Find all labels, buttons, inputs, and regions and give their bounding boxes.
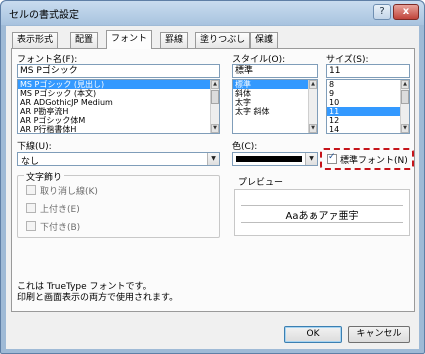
- tab-number[interactable]: 表示形式: [12, 32, 59, 48]
- preview-box: Aaあぁアァ亜宇: [234, 189, 410, 236]
- font-list-scrollbar[interactable]: ▲ ▼: [210, 80, 219, 133]
- list-item[interactable]: 太字: [233, 98, 317, 107]
- dialog-title: セルの書式設定: [9, 10, 79, 21]
- chevron-down-icon[interactable]: ▼: [305, 153, 317, 165]
- color-select[interactable]: ▼: [232, 152, 318, 166]
- format-cells-dialog: セルの書式設定 ? x 表示形式 配置 フォント 罫線 塗りつぶし 保護 フォン…: [0, 0, 425, 354]
- tab-label: 配置: [75, 35, 94, 45]
- list-item[interactable]: 標準: [233, 80, 317, 89]
- cancel-button[interactable]: キャンセル: [348, 326, 410, 343]
- list-item[interactable]: 11: [327, 107, 409, 116]
- preview-sample: Aaあぁアァ亜宇: [285, 211, 359, 222]
- list-item[interactable]: AR P勘亭流H: [18, 107, 219, 116]
- effects-group-title: 文字飾り: [24, 170, 65, 183]
- dialog-client: 表示形式 配置 フォント 罫線 塗りつぶし 保護 フォント名(F): MS Pゴ…: [6, 26, 419, 349]
- truetype-note-line2: 印刷と画面表示の両方で使用されます。: [17, 293, 179, 303]
- scroll-down-icon[interactable]: ▼: [211, 124, 219, 133]
- underline-select[interactable]: なし ▼: [17, 152, 220, 167]
- style-list-scrollbar[interactable]: ▲ ▼: [308, 80, 317, 133]
- tab-label: 罫線: [165, 35, 184, 45]
- normal-font-checkbox[interactable]: [327, 152, 337, 164]
- scroll-up-icon[interactable]: ▲: [309, 80, 317, 89]
- list-item[interactable]: MS Pゴシック (本文): [18, 89, 219, 98]
- scroll-down-icon[interactable]: ▼: [309, 124, 317, 133]
- ok-button-label: OK: [306, 329, 320, 339]
- cancel-button-label: キャンセル: [356, 329, 402, 339]
- font-tab-panel: フォント名(F): MS Pゴシック MS Pゴシック (見出し) MS Pゴシ…: [11, 48, 415, 312]
- font-style-list[interactable]: 標準 斜体 太字 太字 斜体 ▲ ▼: [232, 79, 318, 134]
- font-name-list[interactable]: MS Pゴシック (見出し) MS Pゴシック (本文) AR ADGothic…: [17, 79, 220, 134]
- list-item[interactable]: AR P行楷書体H: [18, 125, 219, 133]
- superscript-checkbox[interactable]: [26, 203, 36, 213]
- font-name-input[interactable]: MS Pゴシック: [17, 64, 220, 78]
- scroll-up-icon[interactable]: ▲: [401, 80, 409, 89]
- list-item[interactable]: 太字 斜体: [233, 107, 317, 116]
- color-label: 色(C):: [232, 142, 258, 152]
- scroll-down-icon[interactable]: ▼: [401, 124, 409, 133]
- list-item[interactable]: 14: [327, 125, 409, 133]
- font-style-input[interactable]: 標準: [232, 64, 318, 78]
- list-item[interactable]: AR Pゴシック体M: [18, 116, 219, 125]
- tab-label: 塗りつぶし: [200, 35, 246, 45]
- preview-rule: [241, 222, 403, 223]
- subscript-checkbox[interactable]: [26, 221, 36, 231]
- font-size-input[interactable]: 11: [326, 64, 410, 78]
- close-button[interactable]: x: [393, 4, 419, 20]
- tab-fill[interactable]: 塗りつぶし: [195, 32, 251, 48]
- tab-label: 保護: [255, 35, 274, 45]
- underline-value: なし: [21, 157, 40, 167]
- tab-label: 表示形式: [17, 35, 54, 45]
- scroll-up-icon[interactable]: ▲: [211, 80, 219, 89]
- preview-title: プレビュー: [238, 178, 284, 188]
- superscript-label[interactable]: 上付き(E): [40, 202, 80, 215]
- tab-font[interactable]: フォント: [106, 30, 153, 49]
- list-item[interactable]: AR ADGothicJP Medium: [18, 98, 219, 107]
- ok-button[interactable]: OK: [284, 326, 342, 343]
- preview-rule: [241, 205, 403, 206]
- list-item[interactable]: MS Pゴシック (見出し): [18, 80, 219, 89]
- list-item[interactable]: 12: [327, 116, 409, 125]
- chevron-down-icon[interactable]: ▼: [207, 153, 219, 165]
- list-item[interactable]: 8: [327, 80, 409, 89]
- list-item[interactable]: 9: [327, 89, 409, 98]
- scroll-thumb[interactable]: [401, 90, 409, 104]
- effects-group: 文字飾り 取り消し線(K) 上付き(E) 下付き(B): [17, 170, 220, 238]
- list-item[interactable]: 斜体: [233, 89, 317, 98]
- size-list-scrollbar[interactable]: ▲ ▼: [400, 80, 409, 133]
- tab-label: フォント: [111, 34, 148, 44]
- tab-protection[interactable]: 保護: [250, 32, 279, 48]
- list-item[interactable]: 10: [327, 98, 409, 107]
- font-size-list[interactable]: 8 9 10 11 12 14 ▲ ▼: [326, 79, 410, 134]
- tab-alignment[interactable]: 配置: [70, 32, 99, 48]
- title-bar[interactable]: セルの書式設定 ? x: [1, 1, 424, 25]
- subscript-label[interactable]: 下付き(B): [40, 220, 80, 233]
- underline-label: 下線(U):: [17, 142, 52, 152]
- color-swatch: [236, 156, 302, 162]
- help-button[interactable]: ?: [373, 4, 391, 20]
- question-icon: ?: [379, 6, 385, 17]
- strikethrough-checkbox[interactable]: [26, 185, 36, 195]
- tab-border[interactable]: 罫線: [160, 32, 189, 48]
- strikethrough-label[interactable]: 取り消し線(K): [40, 184, 98, 197]
- scroll-thumb[interactable]: [211, 90, 219, 104]
- close-icon: x: [402, 6, 410, 17]
- normal-font-label[interactable]: 標準フォント(N): [340, 153, 408, 166]
